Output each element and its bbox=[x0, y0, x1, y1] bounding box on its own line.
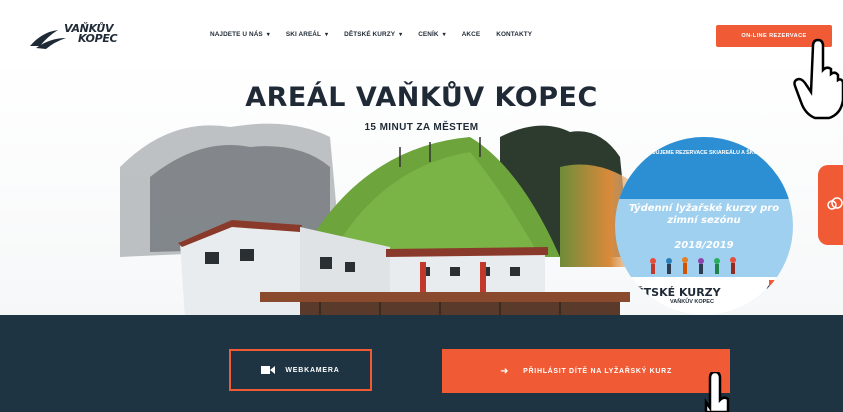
hand-cursor-icon bbox=[704, 372, 730, 412]
hero-subtitle: 15 MINUT ZA MĚSTEM bbox=[364, 122, 479, 133]
promo-header bbox=[615, 137, 793, 199]
site-logo[interactable]: VAŇKŮV KOPEC bbox=[28, 23, 138, 50]
side-weather-tab[interactable] bbox=[818, 165, 843, 245]
web-page: VAŇKŮV KOPEC NAJDETE U NÁS ▾ SKI AREÁL ▾ D… bbox=[0, 0, 843, 412]
nav-item-label: SKI AREÁL bbox=[285, 31, 322, 38]
nav-item-label: CENÍK bbox=[418, 31, 439, 38]
main-nav: NAJDETE U NÁS ▾ SKI AREÁL ▾ DĚTSKÉ KURZY ▾ … bbox=[210, 31, 548, 38]
chevron-down-icon: ▾ bbox=[325, 32, 329, 38]
register-course-label: PŘIHLÁSIT DÍTĚ NA LYŽAŘSKÝ KURZ bbox=[523, 367, 672, 375]
hero-section: AREÁL VAŇKŮV KOPEC 15 MINUT ZA MĚSTEM ZA… bbox=[0, 57, 843, 412]
promo-season: 2018/2019 bbox=[674, 240, 734, 251]
skier-kids-illustration bbox=[650, 257, 736, 274]
webcam-button[interactable]: WEBKAMERA bbox=[229, 349, 372, 391]
kids-course-promo[interactable]: ZAHAJUJEME REZERVACE SKIAREÁLU A ŠKOL NA… bbox=[615, 137, 793, 315]
nav-item-najdete[interactable]: NAJDETE U NÁS ▾ bbox=[210, 31, 270, 38]
chevron-down-icon: ▾ bbox=[399, 32, 403, 38]
arrow-right-icon: ➜ bbox=[500, 365, 510, 377]
cloud-icon bbox=[827, 197, 843, 210]
nav-item-label: NAJDETE U NÁS bbox=[210, 31, 263, 38]
nav-item-label: AKCE bbox=[461, 31, 481, 38]
hand-cursor-icon bbox=[793, 38, 843, 120]
logo-line-2: KOPEC bbox=[78, 32, 118, 45]
webcam-label: WEBKAMERA bbox=[285, 366, 340, 374]
promo-announcement: ZAHAJUJEME REZERVACE SKIAREÁLU A ŠKOL NA bbox=[637, 150, 771, 156]
mascot-icon bbox=[764, 280, 792, 311]
nav-item-kontakty[interactable]: KONTAKTY bbox=[496, 31, 532, 38]
chevron-down-icon: ▾ bbox=[442, 32, 446, 38]
nav-item-label: DĚTSKÉ KURZY bbox=[344, 31, 396, 38]
promo-brand-sub: VAŇKŮV KOPEC bbox=[670, 299, 714, 305]
chevron-down-icon: ▾ bbox=[266, 32, 270, 38]
register-course-button[interactable]: ➜ PŘIHLÁSIT DÍTĚ NA LYŽAŘSKÝ KURZ bbox=[442, 349, 730, 393]
video-camera-icon bbox=[261, 366, 276, 374]
nav-item-cenik[interactable]: CENÍK ▾ bbox=[418, 31, 446, 38]
logo-wordmark: VAŇKŮV KOPEC bbox=[64, 23, 118, 45]
nav-item-label: KONTAKTY bbox=[496, 31, 533, 38]
logo-swoosh-icon bbox=[30, 30, 66, 49]
nav-item-akce[interactable]: AKCE bbox=[462, 31, 481, 38]
site-header: VAŇKŮV KOPEC NAJDETE U NÁS ▾ SKI AREÁL ▾ D… bbox=[0, 15, 843, 57]
promo-headline: Týdenní lyžařské kurzy pro zimní sezónu bbox=[628, 203, 780, 226]
nav-item-ski-areal[interactable]: SKI AREÁL ▾ bbox=[286, 31, 328, 38]
nav-item-detske-kurzy[interactable]: DĚTSKÉ KURZY ▾ bbox=[344, 31, 402, 38]
hero-title: AREÁL VAŇKŮV KOPEC bbox=[245, 82, 598, 113]
promo-brand: DĚTSKÉ KURZY bbox=[627, 286, 721, 299]
